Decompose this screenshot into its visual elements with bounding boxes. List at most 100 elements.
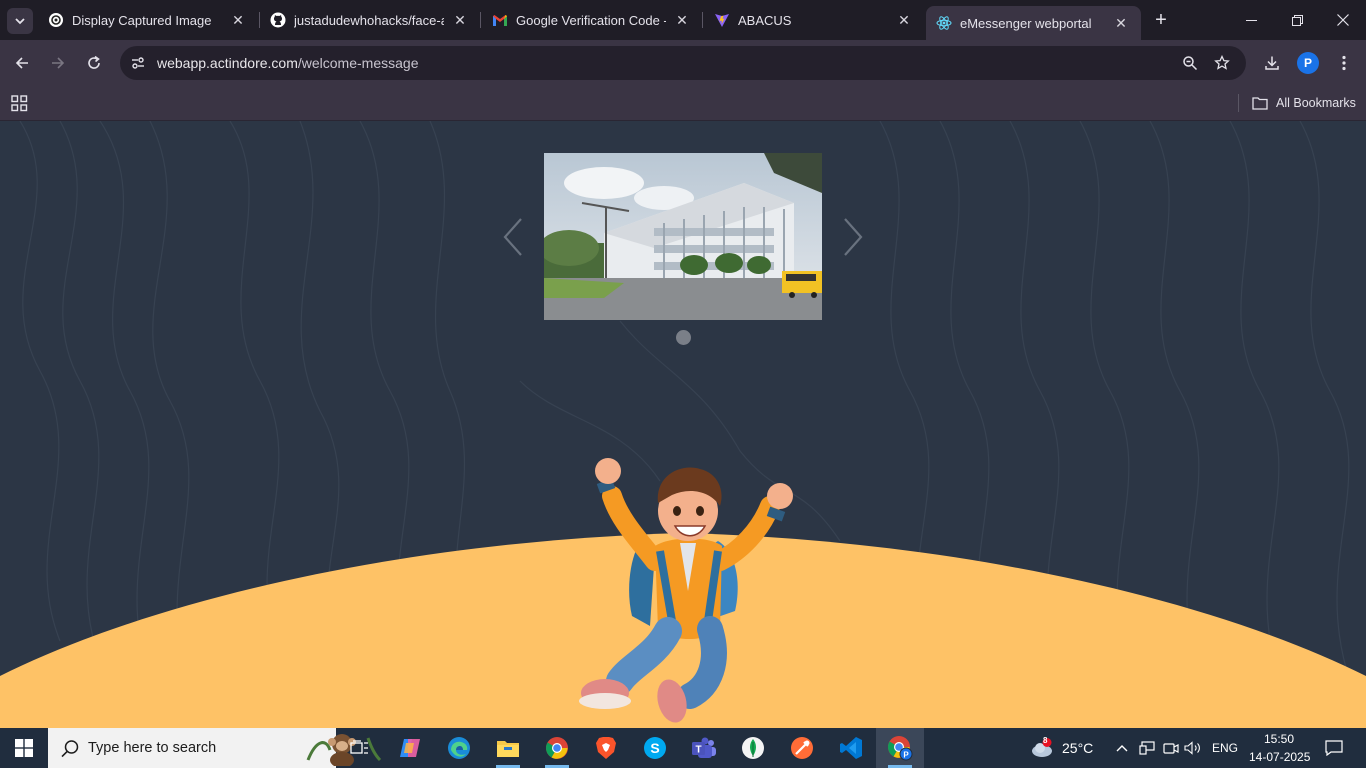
windows-logo-icon xyxy=(15,739,33,757)
vscode-app[interactable] xyxy=(827,728,875,768)
postman-icon xyxy=(791,737,813,759)
brave-app[interactable] xyxy=(582,728,630,768)
all-bookmarks-button[interactable]: All Bookmarks xyxy=(1252,92,1356,114)
tab-emessenger[interactable]: eMessenger webportal ✕ xyxy=(926,6,1141,40)
notifications-button[interactable] xyxy=(1324,738,1344,758)
camera-icon[interactable] xyxy=(1162,738,1180,758)
openai-icon xyxy=(48,12,64,28)
browser-toolbar: webapp.actindore.com/welcome-message P xyxy=(0,40,1366,86)
copilot-icon xyxy=(400,739,420,757)
new-tab-button[interactable]: + xyxy=(1150,9,1172,31)
address-bar[interactable]: webapp.actindore.com/welcome-message xyxy=(120,46,1246,80)
downloads-button[interactable] xyxy=(1260,51,1284,75)
minimize-button[interactable] xyxy=(1228,0,1274,40)
mongodb-compass-app[interactable] xyxy=(729,728,777,768)
brave-icon xyxy=(596,737,616,759)
restore-icon xyxy=(1291,14,1303,26)
tab-abacus[interactable]: ABACUS ✕ xyxy=(704,0,924,40)
kebab-menu-icon xyxy=(1342,55,1346,71)
all-bookmarks-label: All Bookmarks xyxy=(1276,96,1356,110)
search-placeholder: Type here to search xyxy=(88,740,217,756)
input-language-indicator[interactable]: ENG xyxy=(1212,741,1238,755)
reload-button[interactable] xyxy=(82,51,106,75)
file-explorer-app[interactable] xyxy=(484,728,532,768)
svg-text:P: P xyxy=(903,751,909,760)
chrome-icon xyxy=(546,737,568,759)
start-button[interactable] xyxy=(0,728,48,768)
teams-app[interactable]: T xyxy=(680,728,728,768)
network-icon[interactable] xyxy=(1138,738,1156,758)
url-text: webapp.actindore.com/welcome-message xyxy=(157,55,418,71)
bookmarks-bar: All Bookmarks xyxy=(0,86,1366,121)
close-tab-icon[interactable]: ✕ xyxy=(228,10,248,30)
task-view-button[interactable] xyxy=(336,728,384,768)
github-icon xyxy=(270,12,286,28)
volume-icon[interactable] xyxy=(1184,738,1202,758)
close-tab-icon[interactable]: ✕ xyxy=(894,10,914,30)
close-tab-icon[interactable]: ✕ xyxy=(1111,13,1131,33)
jumping-student-mascot xyxy=(579,458,793,723)
tab-separator xyxy=(480,12,481,28)
clock-time[interactable]: 15:50 xyxy=(1264,732,1294,746)
chrome-profile-icon: P xyxy=(888,736,913,761)
skype-icon: S xyxy=(644,737,666,759)
skype-app[interactable]: S xyxy=(631,728,679,768)
weather-temperature[interactable]: 25°C xyxy=(1062,740,1093,756)
clock-date[interactable]: 14-07-2025 xyxy=(1249,750,1310,764)
windows-taskbar: Type here to search S T P 8 25°C ENG 15:… xyxy=(0,728,1366,768)
tab-title: ABACUS xyxy=(738,12,792,28)
chevron-down-icon xyxy=(15,18,25,25)
url-host: webapp.actindore.com xyxy=(157,55,298,71)
show-hidden-icons-button[interactable] xyxy=(1113,738,1131,758)
welcome-page xyxy=(0,121,1366,728)
close-tab-icon[interactable]: ✕ xyxy=(450,10,470,30)
weather-badge: 8 xyxy=(1043,736,1048,745)
chevron-up-icon xyxy=(1116,745,1128,752)
vscode-icon xyxy=(840,737,862,759)
tab-strip: Display Captured Image ✕ justadudewhohac… xyxy=(0,0,1366,40)
browser-menu-button[interactable] xyxy=(1332,51,1356,75)
react-icon xyxy=(936,15,952,31)
tab-search-button[interactable] xyxy=(7,8,33,34)
forward-button[interactable] xyxy=(46,51,70,75)
copilot-app[interactable] xyxy=(386,728,434,768)
url-path: /welcome-message xyxy=(297,55,419,71)
vite-icon xyxy=(714,12,730,28)
profile-avatar[interactable]: P xyxy=(1297,52,1319,74)
back-button[interactable] xyxy=(10,51,34,75)
download-icon xyxy=(1265,56,1279,70)
gmail-icon xyxy=(492,12,508,28)
tab-title: justadudewhohacks/face-api xyxy=(294,12,444,28)
taskbar-search-box[interactable]: Type here to search xyxy=(48,728,382,768)
forward-arrow-icon xyxy=(52,57,65,69)
reload-icon xyxy=(88,55,100,69)
chrome-profile-app[interactable]: P xyxy=(876,728,924,768)
tab-google-verification[interactable]: Google Verification Code - p ✕ xyxy=(482,0,702,40)
chrome-app[interactable] xyxy=(533,728,581,768)
notification-icon xyxy=(1325,740,1343,756)
site-info-icon[interactable] xyxy=(128,53,148,73)
close-window-button[interactable] xyxy=(1320,0,1366,40)
tab-title: Google Verification Code - p xyxy=(516,12,666,28)
minimize-icon xyxy=(1245,19,1257,21)
tab-github[interactable]: justadudewhohacks/face-api ✕ xyxy=(260,0,480,40)
zoom-icon[interactable] xyxy=(1180,53,1200,73)
restore-button[interactable] xyxy=(1274,0,1320,40)
teams-icon: T xyxy=(692,737,716,758)
bookmark-star-icon[interactable] xyxy=(1212,53,1232,73)
tab-title: Display Captured Image xyxy=(72,12,212,28)
postman-app[interactable] xyxy=(778,728,826,768)
search-icon xyxy=(61,740,79,758)
mongodb-leaf-icon xyxy=(742,737,764,759)
tab-display-captured-image[interactable]: Display Captured Image ✕ xyxy=(38,0,258,40)
close-tab-icon[interactable]: ✕ xyxy=(672,10,692,30)
apps-grid-icon[interactable] xyxy=(10,93,30,113)
edge-icon xyxy=(448,737,470,759)
edge-app[interactable] xyxy=(435,728,483,768)
back-arrow-icon xyxy=(15,57,28,69)
folder-icon xyxy=(1252,97,1268,110)
svg-text:T: T xyxy=(695,745,701,756)
bookmarks-separator xyxy=(1238,94,1239,112)
svg-text:S: S xyxy=(650,740,659,756)
tab-title: eMessenger webportal xyxy=(960,15,1092,31)
